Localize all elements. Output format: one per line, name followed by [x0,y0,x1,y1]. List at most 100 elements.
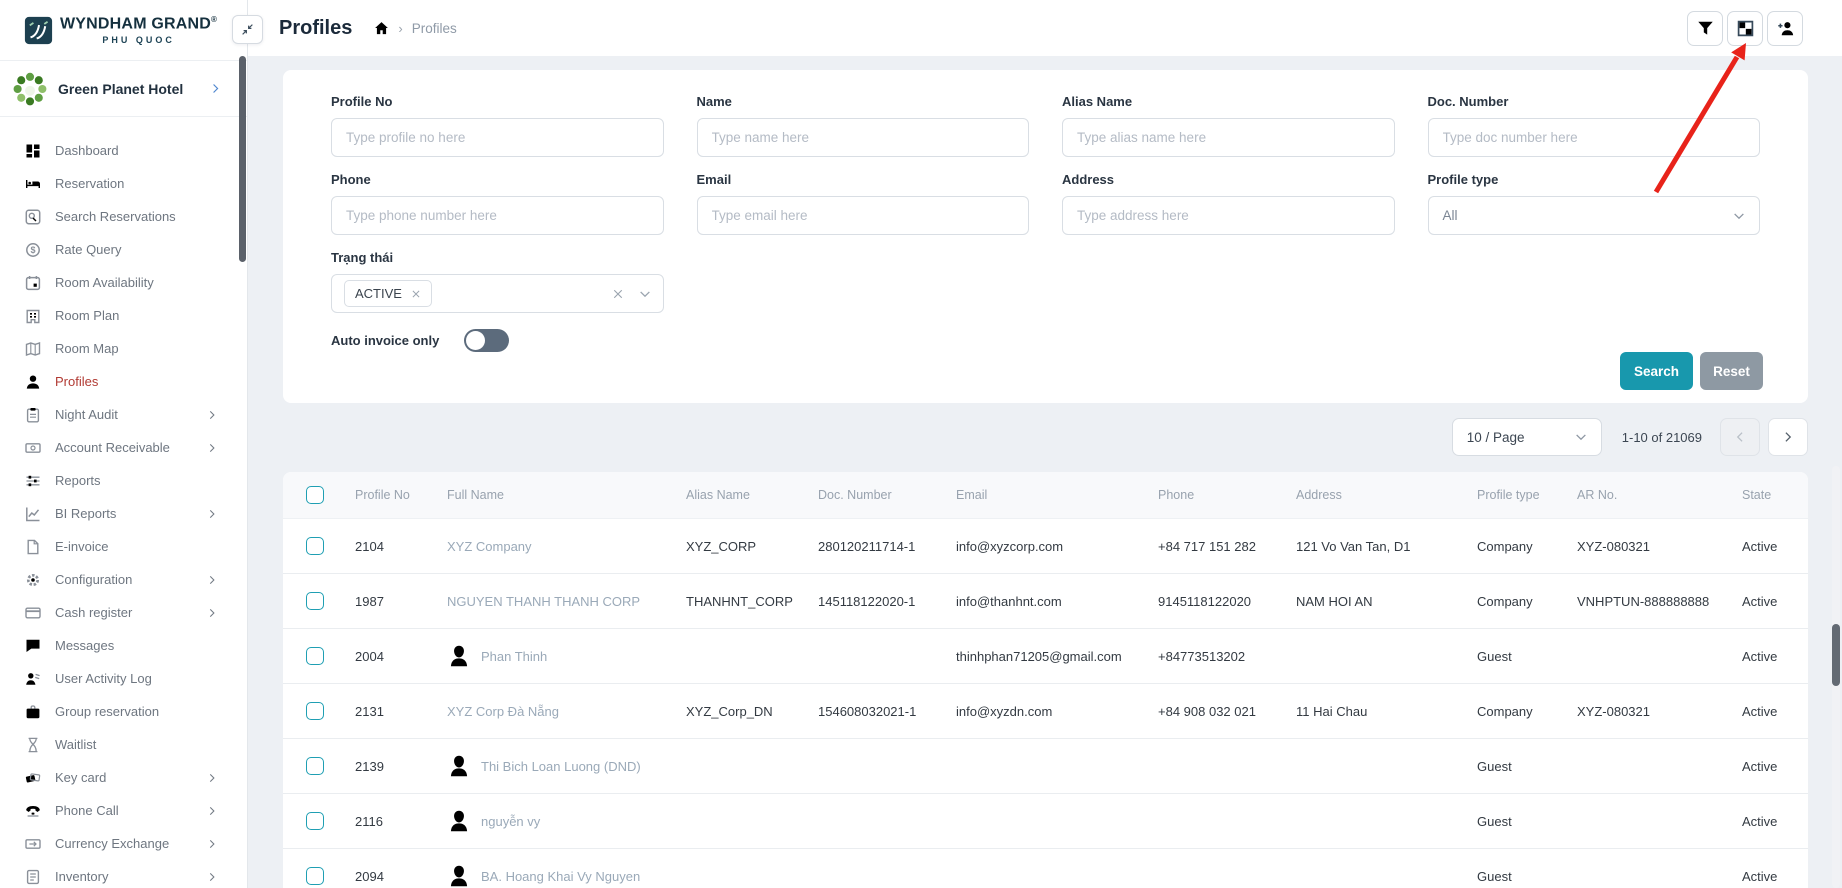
table-row[interactable]: 2004Phan Thinhthinhphan71205@gmail.com+8… [283,629,1808,684]
column-header: Alias Name [678,488,810,502]
chevron-down-icon[interactable] [639,288,651,300]
alias-name-input[interactable] [1062,118,1395,157]
field-label: Name [697,94,1030,109]
sidebar-item-room-availability[interactable]: Room Availability [0,266,247,299]
sidebar-item-search-reservations[interactable]: Search Reservations [0,200,247,233]
table-row[interactable]: 2131XYZ Corp Đà NẵngXYZ_Corp_DN154608032… [283,684,1808,739]
sidebar-item-waitlist[interactable]: Waitlist [0,728,247,761]
sidebar-item-account-receivable[interactable]: Account Receivable [0,431,247,464]
cell-profile-type: Guest [1469,814,1569,829]
topbar: Profiles › Profiles [248,0,1842,56]
sidebar-item-bi-reports[interactable]: BI Reports [0,497,247,530]
field-label: Doc. Number [1428,94,1761,109]
filter-toggle-button[interactable] [1687,11,1723,46]
sidebar-item-room-plan[interactable]: Room Plan [0,299,247,332]
sidebar-item-e-invoice[interactable]: E-invoice [0,530,247,563]
doc-number-input[interactable] [1428,118,1761,157]
sidebar-item-key-card[interactable]: Key card [0,761,247,794]
cell-full-name: Phan Thinh [439,643,678,669]
column-header: Profile type [1469,488,1569,502]
sidebar-item-label: Reservation [55,176,217,191]
trademark-symbol: ® [211,15,217,24]
auto-invoice-toggle[interactable] [464,329,509,352]
sidebar-item-cash-register[interactable]: Cash register [0,596,247,629]
select-all-checkbox[interactable] [306,486,324,504]
filter-address: Address [1062,172,1395,235]
sidebar-collapse-button[interactable] [232,15,263,44]
row-checkbox[interactable] [306,702,324,720]
row-checkbox[interactable] [306,757,324,775]
sidebar-item-configuration[interactable]: Configuration [0,563,247,596]
cell-phone: +84 908 032 021 [1150,704,1288,719]
sidebar: WYNDHAM GRAND® PHU QUOC Green Planet Hot… [0,0,248,888]
scrollbar-thumb[interactable] [1832,624,1840,686]
profile-name-link[interactable]: Phan Thinh [481,649,547,664]
address-input[interactable] [1062,196,1395,235]
phone-input[interactable] [331,196,664,235]
file-icon [25,539,41,555]
name-input[interactable] [697,118,1030,157]
view-toggle-button[interactable] [1727,11,1763,46]
sidebar-item-reservation[interactable]: Reservation [0,167,247,200]
hotel-selector[interactable]: Green Planet Hotel [0,61,247,117]
auto-invoice-label: Auto invoice only [331,333,439,348]
sidebar-item-room-map[interactable]: Room Map [0,332,247,365]
status-multiselect[interactable]: ACTIVE [331,274,664,313]
column-header: Doc. Number [810,488,948,502]
clear-all-icon[interactable] [612,288,624,300]
page-size-select[interactable]: 10 / Page [1452,418,1602,456]
filter-panel: Profile No Name Alias Name Doc. Number [283,70,1808,403]
row-checkbox[interactable] [306,647,324,665]
sidebar-scrollbar[interactable] [239,56,246,262]
status-tag: ACTIVE [344,280,432,307]
sidebar-item-night-audit[interactable]: Night Audit [0,398,247,431]
sidebar-item-label: Profiles [55,374,217,389]
table-row[interactable]: 2104XYZ CompanyXYZ_CORP280120211714-1inf… [283,519,1808,574]
profile-name-link[interactable]: XYZ Company [447,539,532,554]
sidebar-item-reports[interactable]: Reports [0,464,247,497]
filter-status: Trạng thái ACTIVE [331,250,664,313]
search-button[interactable]: Search [1620,352,1693,390]
cell-email: info@thanhnt.com [948,594,1150,609]
table-row[interactable]: 1987NGUYEN THANH THANH CORPTHANHNT_CORP1… [283,574,1808,629]
sidebar-item-messages[interactable]: Messages [0,629,247,662]
sidebar-item-profiles[interactable]: Profiles [0,365,247,398]
remove-tag-icon[interactable] [411,289,421,299]
profile-name-link[interactable]: Thi Bich Loan Luong (DND) [481,759,641,774]
breadcrumb-separator: › [398,21,402,36]
profile-name-link[interactable]: XYZ Corp Đà Nẵng [447,704,559,719]
next-page-button[interactable] [1768,418,1808,456]
table-body: 2104XYZ CompanyXYZ_CORP280120211714-1inf… [283,519,1808,888]
profile-name-link[interactable]: BA. Hoang Khai Vy Nguyen [481,869,640,884]
sidebar-item-group-reservation[interactable]: Group reservation [0,695,247,728]
sidebar-item-dashboard[interactable]: Dashboard [0,134,247,167]
prev-page-button[interactable] [1720,418,1760,456]
reset-button[interactable]: Reset [1700,352,1763,390]
profile-no-input[interactable] [331,118,664,157]
table-row[interactable]: 2139Thi Bich Loan Luong (DND)GuestActive [283,739,1808,794]
profile-name-link[interactable]: NGUYEN THANH THANH CORP [447,594,640,609]
sidebar-item-phone-call[interactable]: Phone Call [0,794,247,827]
table-row[interactable]: 2116nguyễn vyGuestActive [283,794,1808,849]
sidebar-item-currency-exchange[interactable]: Currency Exchange [0,827,247,860]
row-checkbox[interactable] [306,592,324,610]
credit-card-icon [25,605,41,621]
dollar-circle-icon: $ [25,242,41,258]
field-label: Profile No [331,94,664,109]
home-icon[interactable] [374,21,389,36]
profile-type-select[interactable]: All [1428,196,1761,235]
cell-profile-no: 2004 [347,649,439,664]
row-checkbox[interactable] [306,537,324,555]
cell-state: Active [1734,594,1808,609]
sidebar-item-user-activity-log[interactable]: User Activity Log [0,662,247,695]
email-input[interactable] [697,196,1030,235]
sidebar-item-rate-query[interactable]: $Rate Query [0,233,247,266]
table-row[interactable]: 2094BA. Hoang Khai Vy NguyenGuestActive [283,849,1808,888]
profile-name-link[interactable]: nguyễn vy [481,814,540,829]
add-profile-button[interactable] [1767,11,1803,46]
row-checkbox[interactable] [306,867,324,885]
table-scrollbar[interactable] [1832,466,1840,888]
filter-alias-name: Alias Name [1062,94,1395,157]
row-checkbox[interactable] [306,812,324,830]
sidebar-item-inventory[interactable]: Inventory [0,860,247,888]
